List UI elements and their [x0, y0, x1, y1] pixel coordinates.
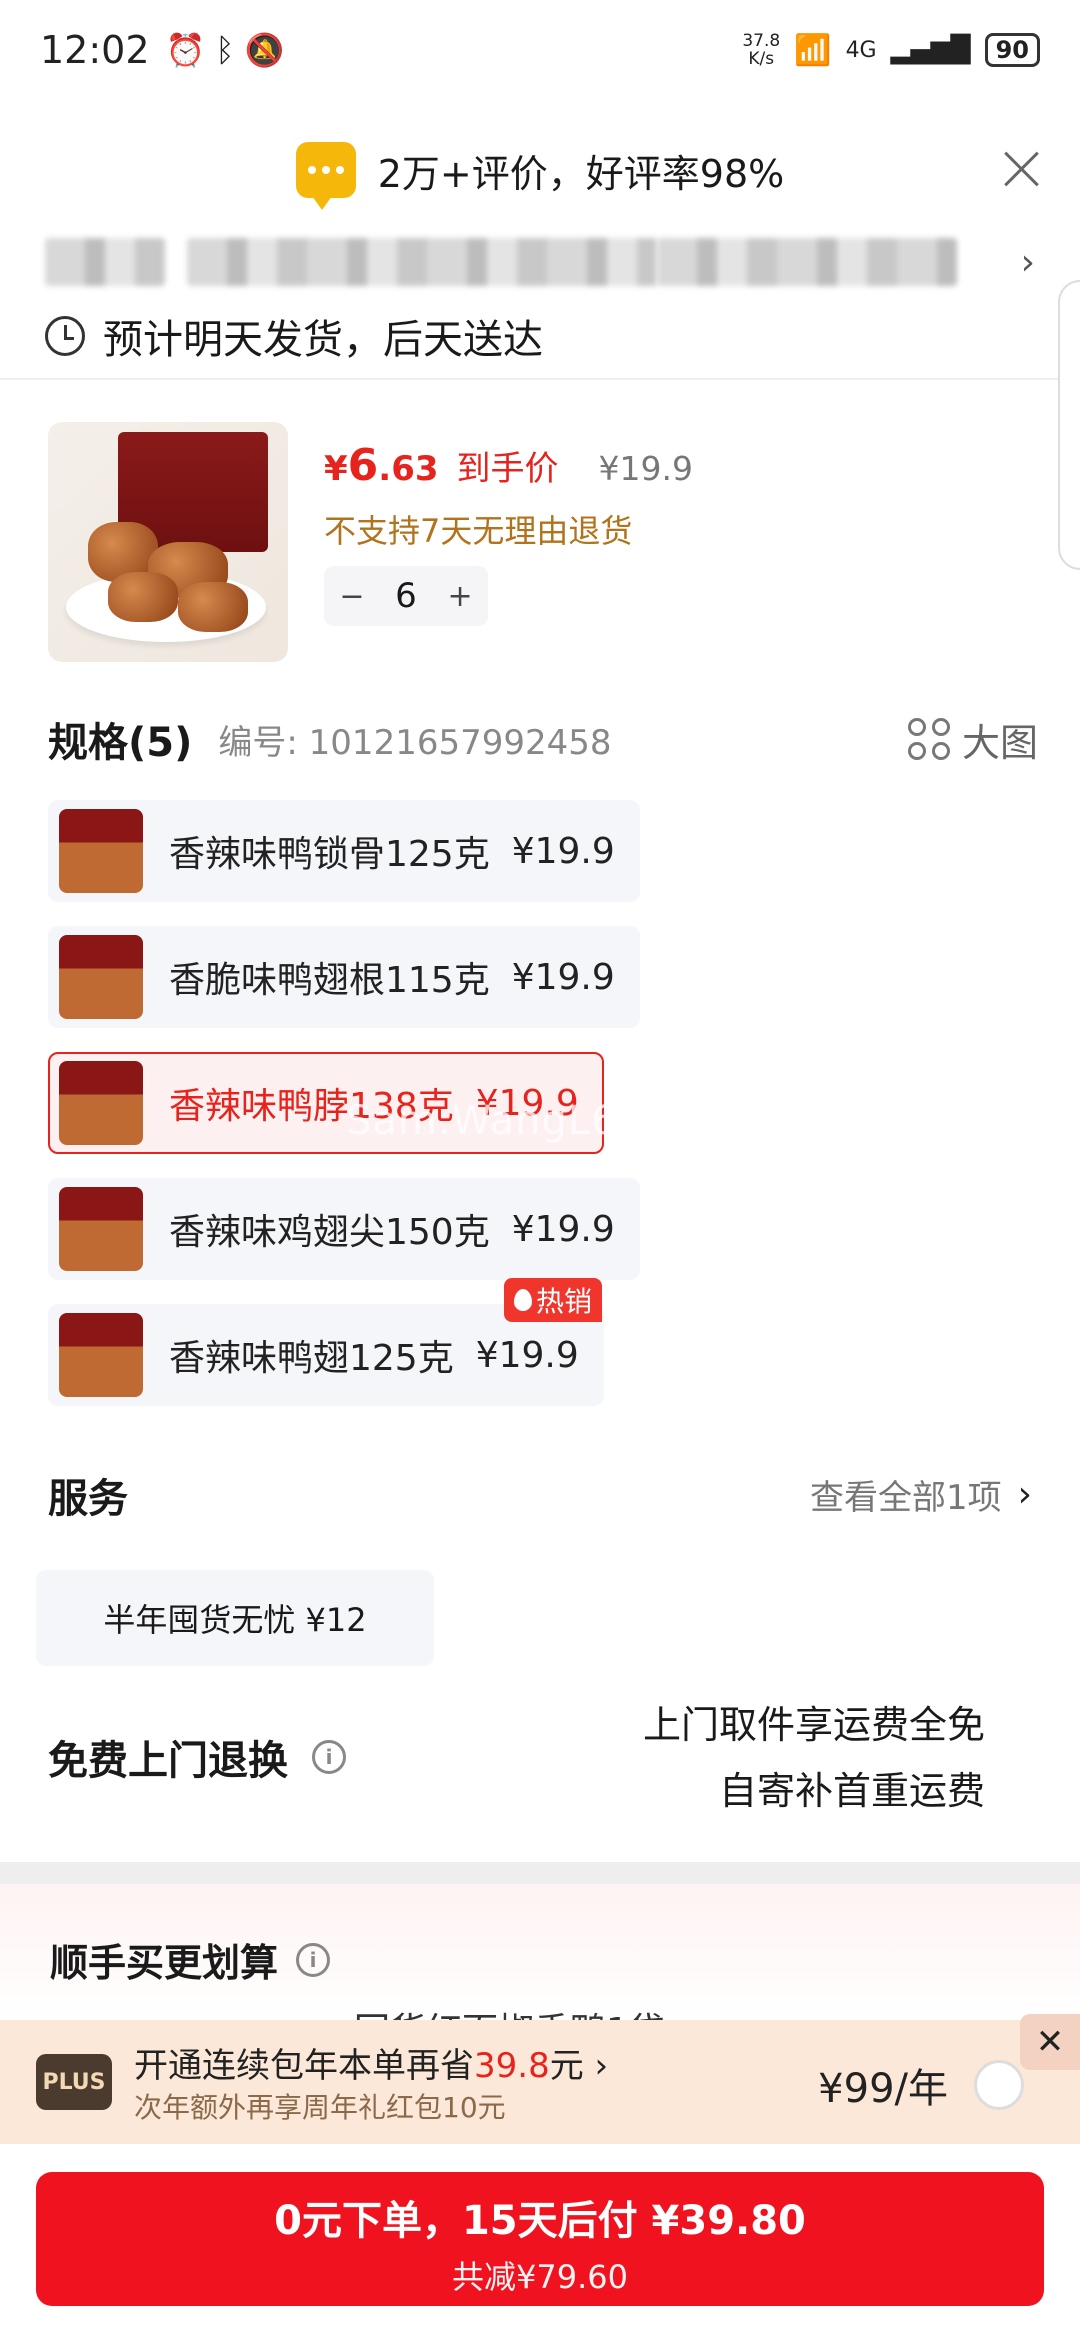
- spec-title: 规格(5): [48, 720, 193, 766]
- final-price: ¥6.63: [324, 440, 439, 491]
- spec-name: 香辣味鸭翅125克: [169, 1338, 454, 1379]
- address-row[interactable]: ›: [45, 232, 1035, 292]
- order-button-sub: 共减¥79.60: [452, 2258, 628, 2296]
- price-line: ¥6.63 到手价 ¥19.9: [324, 440, 693, 491]
- order-button-main: 0元下单，15天后付 ¥39.80: [274, 2198, 806, 2244]
- plus-offer-prefix: 开通连续包年本单再省: [134, 2046, 474, 2086]
- spec-option[interactable]: 香辣味鸭翅125克 ¥19.9 热销: [48, 1278, 604, 1406]
- service-title: 服务: [48, 1476, 128, 1522]
- chevron-right-icon: ›: [1017, 1474, 1032, 1515]
- spec-name: 香脆味鸭翅根115克: [169, 960, 490, 1001]
- spec-name: 香辣味鸡翅尖150克: [169, 1212, 490, 1253]
- product-image[interactable]: [48, 422, 288, 662]
- status-icons: ⏰ ᛒ 🔕: [166, 31, 285, 69]
- spec-thumbnail: [59, 1187, 143, 1271]
- review-text: 2万+评价，好评率98%: [377, 151, 785, 196]
- blurred-address-part: [187, 238, 657, 286]
- free-return-line2: 自寄补首重运费: [718, 1769, 985, 1813]
- spec-thumbnail: [59, 1061, 143, 1145]
- network-speed: 37.8 K/s: [742, 32, 780, 68]
- price-symbol: ¥: [324, 449, 348, 489]
- blurred-address-part: [45, 238, 165, 286]
- free-return-line1: 上门取件享运费全免: [642, 1703, 985, 1747]
- status-bar: 12:02 ⏰ ᛒ 🔕 37.8 K/s 📶 4G ▂▄▆█ 90: [0, 0, 1080, 100]
- plus-offer-amount: 39.8: [474, 2046, 550, 2086]
- mute-icon: 🔕: [244, 31, 285, 69]
- free-return-title: 免费上门退换 i: [48, 1728, 346, 1786]
- review-summary[interactable]: 2万+评价，好评率98%: [0, 130, 1080, 210]
- hot-sale-badge: 热销: [503, 1278, 602, 1322]
- wifi-icon: 📶: [794, 32, 832, 68]
- spec-name: 香辣味鸭锁骨125克: [169, 834, 490, 875]
- spec-option[interactable]: 香辣味鸭锁骨125克 ¥19.9: [48, 800, 640, 902]
- spec-price: ¥19.9: [511, 830, 615, 872]
- price-decimal: .63: [378, 449, 439, 489]
- spec-option[interactable]: 香脆味鸭翅根115克 ¥19.9: [48, 926, 640, 1028]
- spec-option[interactable]: 香辣味鸡翅尖150克 ¥19.9: [48, 1178, 640, 1280]
- speed-value: 37.8: [742, 31, 781, 51]
- spec-price: ¥19.9: [511, 1208, 615, 1250]
- spec-thumbnail: [59, 935, 143, 1019]
- price-integer: 6: [347, 440, 379, 491]
- plus-select-radio[interactable]: [974, 2060, 1024, 2110]
- clock-icon: [45, 316, 85, 356]
- spec-price: ¥19.9: [475, 1334, 579, 1376]
- service-option[interactable]: 半年囤货无忧 ¥12: [36, 1570, 434, 1666]
- big-image-toggle[interactable]: 大图: [907, 712, 1038, 767]
- view-all-services[interactable]: 查看全部1项 ›: [810, 1470, 1032, 1519]
- product-meat: [178, 582, 248, 632]
- decrease-button[interactable]: −: [339, 579, 364, 614]
- signal-icon: ▂▄▆█: [890, 35, 971, 65]
- plus-badge: PLUS: [36, 2054, 112, 2110]
- grid-icon: [907, 718, 950, 760]
- big-image-label: 大图: [961, 720, 1038, 765]
- chevron-right-icon: ›: [1020, 241, 1035, 283]
- place-order-button[interactable]: 0元下单，15天后付 ¥39.80 共减¥79.60: [36, 2172, 1044, 2306]
- plus-offer-suffix: 元: [549, 2046, 584, 2086]
- network-type: 4G: [845, 37, 877, 63]
- close-icon[interactable]: ✕: [1020, 2014, 1080, 2070]
- hot-sale-label: 热销: [535, 1285, 592, 1318]
- watermark: Sam.WangL66V: [346, 1098, 673, 1144]
- section-separator: [0, 1862, 1080, 1884]
- product-meat: [108, 572, 178, 622]
- free-return-label: 免费上门退换: [48, 1738, 288, 1784]
- plus-offer-line: 开通连续包年本单再省39.8元 ›: [134, 2038, 608, 2087]
- battery-indicator: 90: [984, 33, 1040, 67]
- alarm-icon: ⏰: [165, 31, 206, 69]
- plus-offer-subline: 次年额外再享周年礼红包10元: [134, 2091, 506, 2124]
- addon-title-label: 顺手买更划算: [50, 1941, 279, 1985]
- chevron-right-icon: ›: [583, 2046, 609, 2086]
- original-price: ¥19.9: [598, 449, 694, 488]
- spec-price: ¥19.9: [511, 956, 615, 998]
- spec-thumbnail: [59, 809, 143, 893]
- plus-membership-bar[interactable]: PLUS 开通连续包年本单再省39.8元 › 次年额外再享周年礼红包10元 ¥9…: [0, 2014, 1080, 2144]
- side-drawer-handle[interactable]: [1058, 280, 1080, 570]
- price-tag: 到手价: [456, 449, 559, 489]
- free-return-details: 上门取件享运费全免 自寄补首重运费: [643, 1692, 985, 1824]
- quantity-value[interactable]: 6: [395, 576, 417, 616]
- increase-button[interactable]: +: [448, 579, 473, 614]
- speed-unit: K/s: [748, 49, 775, 69]
- close-icon[interactable]: [998, 146, 1044, 192]
- spec-thumbnail: [59, 1313, 143, 1397]
- addon-title: 顺手买更划算 i: [50, 1932, 331, 1987]
- plus-price: ¥99/年: [818, 2066, 948, 2112]
- delivery-text: 预计明天发货，后天送达: [103, 317, 543, 363]
- chat-bubble-icon: [295, 142, 356, 210]
- info-icon[interactable]: i: [296, 1942, 331, 1977]
- spec-header: 规格(5) 编号: 10121657992458 大图: [48, 710, 1038, 768]
- view-all-label: 查看全部1项: [809, 1478, 1002, 1518]
- divider: [0, 378, 1080, 380]
- flame-icon: [513, 1289, 532, 1311]
- info-icon[interactable]: i: [312, 1740, 346, 1774]
- status-time: 12:02: [40, 28, 150, 72]
- return-policy: 不支持7天无理由退货: [324, 512, 633, 550]
- delivery-estimate: 预计明天发货，后天送达: [45, 300, 543, 372]
- product-code: 编号: 10121657992458: [218, 722, 612, 763]
- status-right: 37.8 K/s 📶 4G ▂▄▆█ 90: [742, 32, 1040, 68]
- quantity-stepper: − 6 +: [324, 566, 488, 626]
- bluetooth-icon: ᛒ: [215, 31, 235, 69]
- blurred-address-part: [657, 238, 957, 286]
